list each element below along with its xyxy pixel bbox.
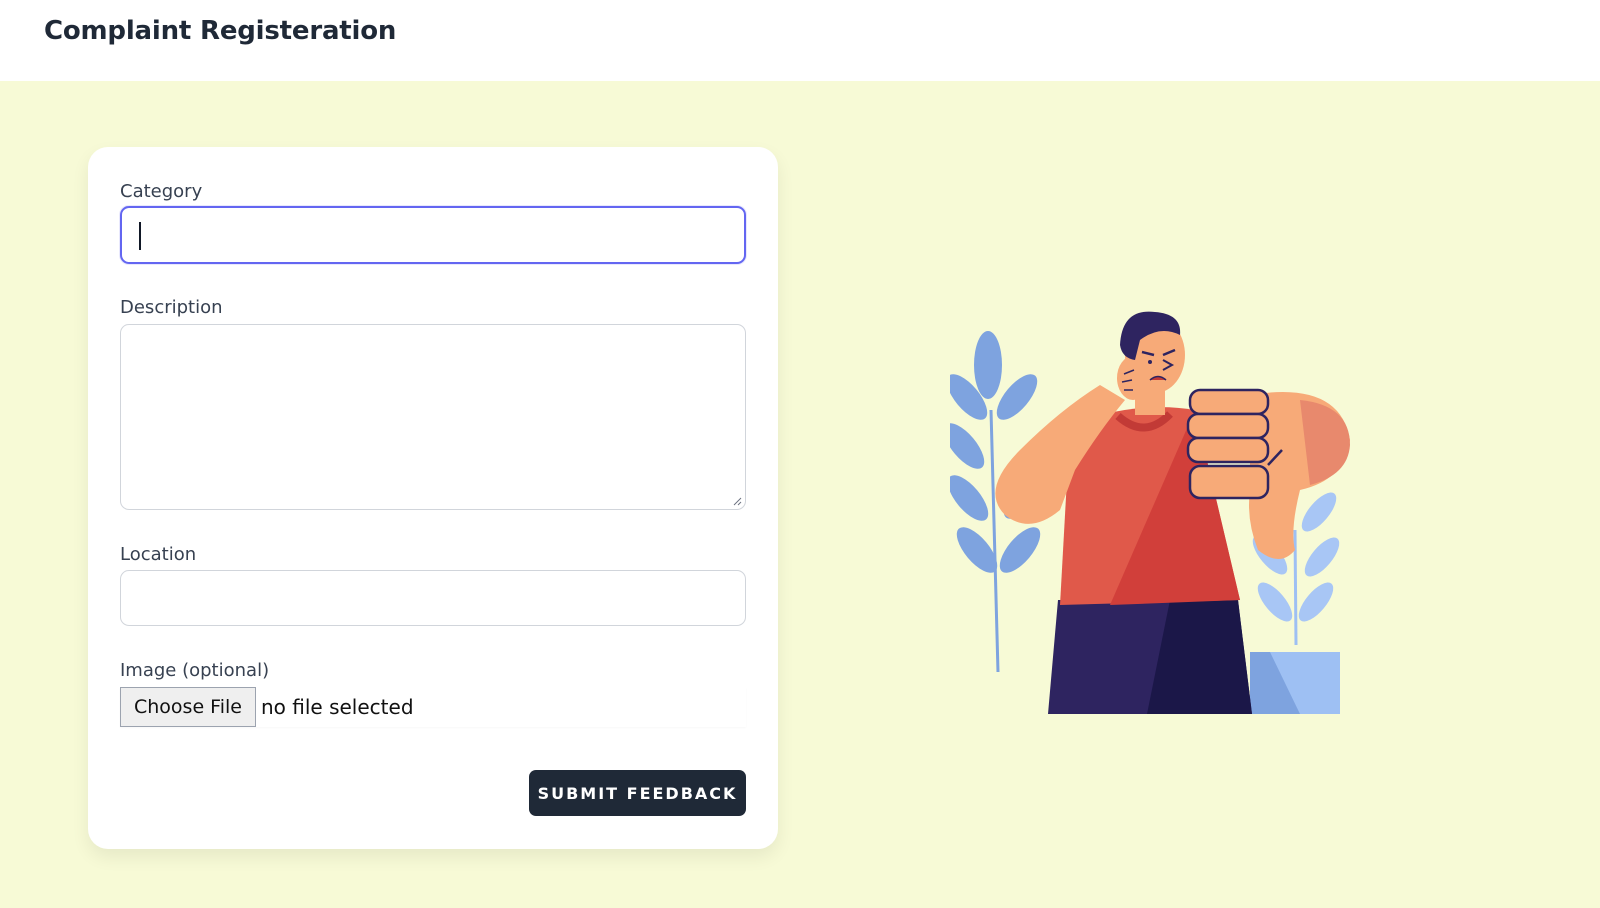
description-label: Description xyxy=(120,297,223,318)
top-header: Complaint Registeration xyxy=(0,0,1600,81)
plant-leaf xyxy=(1301,492,1337,532)
location-input[interactable] xyxy=(120,570,746,626)
plant-leaf xyxy=(1298,582,1334,622)
plant-leaf xyxy=(974,331,1002,399)
plant-stem xyxy=(989,409,1000,673)
page-title: Complaint Registeration xyxy=(44,16,397,46)
complaint-form-card: Category Description Location Image (opt… xyxy=(88,147,778,849)
text-caret xyxy=(139,222,141,250)
plant-leaf xyxy=(1257,582,1293,622)
plant-leaf xyxy=(950,475,989,521)
plant-leaf xyxy=(950,423,985,469)
category-input[interactable] xyxy=(120,206,746,264)
person-thumbs-down-illustration xyxy=(950,311,1350,714)
plant-leaf xyxy=(1304,537,1340,577)
fist-finger xyxy=(1186,436,1270,464)
fist-finger xyxy=(1186,412,1270,440)
submit-feedback-button[interactable]: SUBMIT FEEDBACK xyxy=(529,770,746,816)
fist-finger xyxy=(1188,464,1270,500)
location-label: Location xyxy=(120,544,197,565)
description-textarea[interactable] xyxy=(120,324,746,510)
fist-finger xyxy=(1188,388,1270,416)
choose-file-button[interactable]: Choose File xyxy=(120,687,256,727)
image-label: Image (optional) xyxy=(120,660,270,681)
file-status-text: no file selected xyxy=(261,695,414,719)
image-file-input[interactable]: Choose File no file selected xyxy=(120,687,746,727)
plant-leaf xyxy=(999,527,1041,573)
resize-handle-icon[interactable] xyxy=(733,497,742,506)
plant-stem xyxy=(1293,529,1298,646)
category-label: Category xyxy=(120,181,203,202)
